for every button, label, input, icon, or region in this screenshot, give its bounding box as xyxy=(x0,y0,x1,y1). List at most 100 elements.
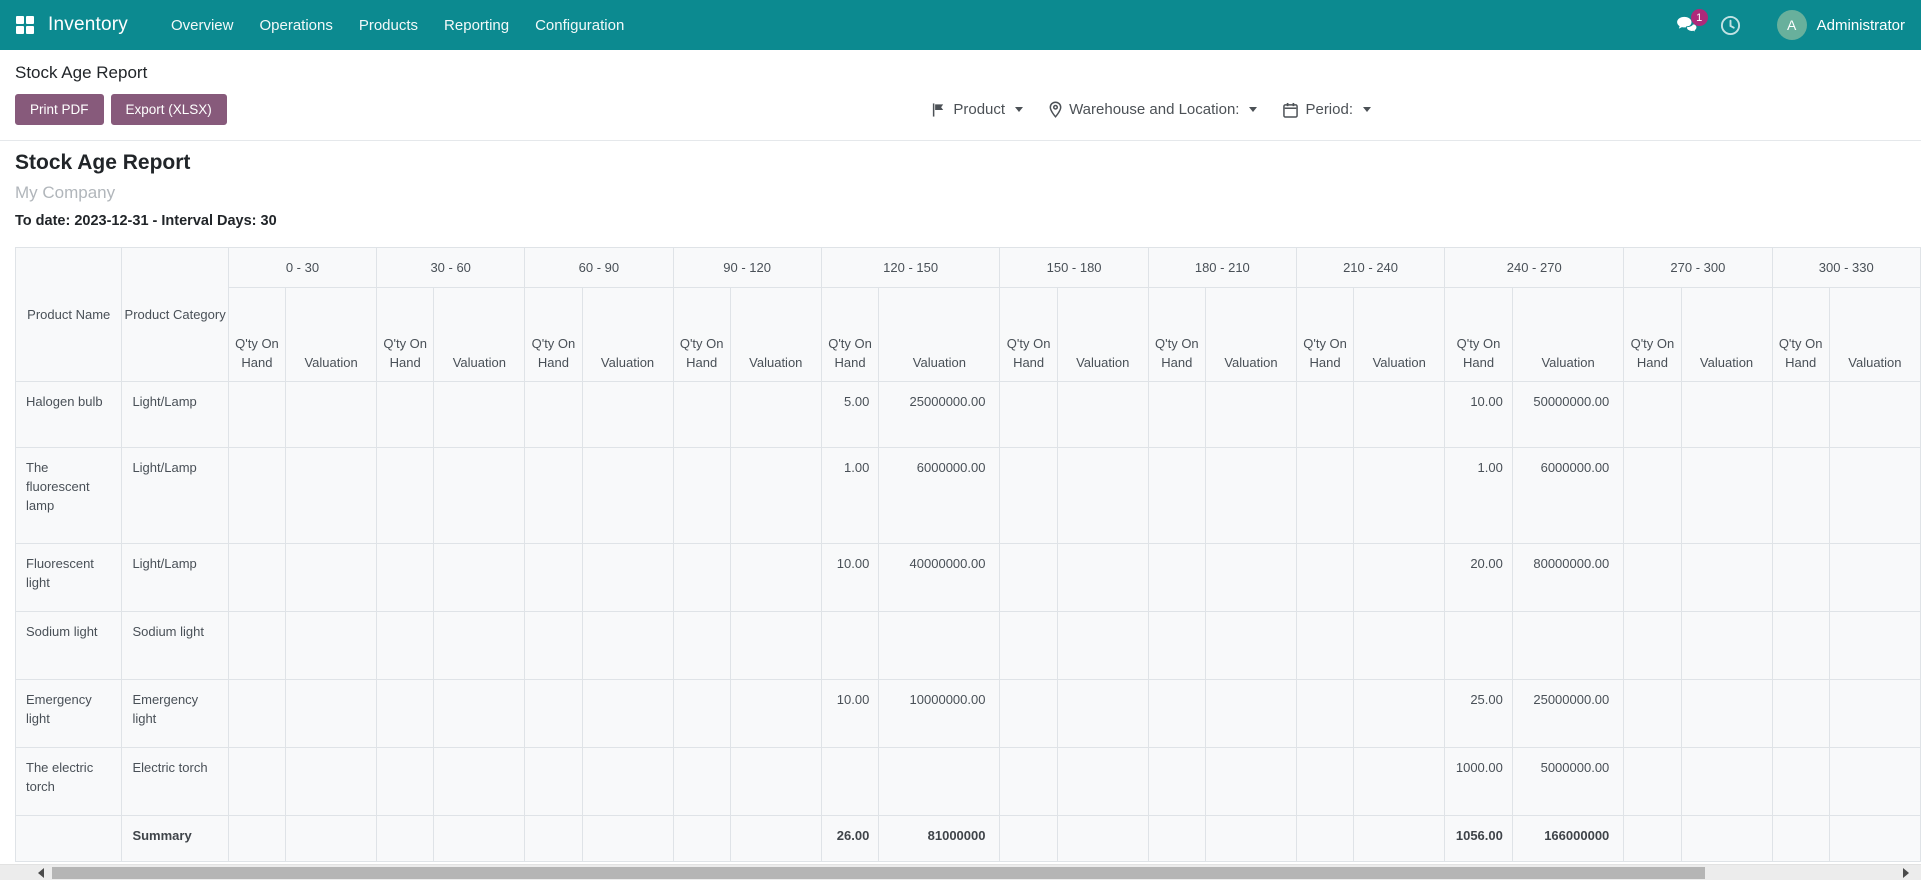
qty-cell xyxy=(1771,611,1830,680)
qty-cell xyxy=(376,543,435,612)
user-name: Administrator xyxy=(1816,16,1905,34)
age-bucket-header: 180 - 210 xyxy=(1147,247,1297,288)
product-name-cell: The electric torch xyxy=(15,747,123,816)
valuation-cell xyxy=(1828,747,1921,816)
valuation-cell xyxy=(1056,815,1149,862)
valuation-cell xyxy=(729,543,822,612)
valuation-header: Valuation xyxy=(1828,287,1921,382)
qty-cell xyxy=(820,747,880,816)
qty-cell: 1.00 xyxy=(820,447,880,544)
qty-cell xyxy=(227,381,287,448)
scroll-left-arrow-icon[interactable] xyxy=(38,867,44,878)
qty-cell xyxy=(1147,381,1206,448)
product-name-cell: The fluorescent lamp xyxy=(15,447,123,544)
top-navbar: Inventory Overview Operations Products R… xyxy=(0,0,1921,50)
valuation-cell xyxy=(1680,447,1773,544)
activities-clock-icon[interactable] xyxy=(1720,15,1741,36)
qty-cell xyxy=(1623,543,1682,612)
valuation-header: Valuation xyxy=(433,287,526,382)
valuation-cell xyxy=(1204,447,1297,544)
qty-cell xyxy=(376,679,435,748)
product-filter[interactable]: Product xyxy=(931,101,1024,118)
qty-cell xyxy=(524,447,583,544)
qty-cell xyxy=(999,381,1058,448)
qty-cell xyxy=(1295,543,1355,612)
valuation-cell: 25000000.00 xyxy=(878,381,1001,448)
print-pdf-button[interactable]: Print PDF xyxy=(15,94,104,125)
valuation-cell xyxy=(729,679,822,748)
period-filter[interactable]: Period: xyxy=(1283,101,1371,118)
qty-cell: 1056.00 xyxy=(1444,815,1513,862)
messages-icon[interactable]: 1 xyxy=(1676,9,1708,34)
systray: 1 A Administrator xyxy=(1676,9,1905,40)
age-bucket-header: 210 - 240 xyxy=(1295,247,1446,288)
valuation-cell xyxy=(1056,747,1149,816)
menu-item-configuration[interactable]: Configuration xyxy=(522,0,637,50)
scrollbar-thumb[interactable] xyxy=(52,867,1705,879)
qty-cell xyxy=(1295,381,1355,448)
valuation-cell xyxy=(1056,543,1149,612)
age-bucket-header: 90 - 120 xyxy=(672,247,822,288)
qty-on-hand-header: Q'ty On Hand xyxy=(1623,287,1682,382)
menu-item-overview[interactable]: Overview xyxy=(158,0,247,50)
qty-cell: 20.00 xyxy=(1444,543,1513,612)
apps-grid-icon[interactable] xyxy=(16,16,34,34)
period-filter-label: Period: xyxy=(1305,101,1353,118)
warehouse-location-filter[interactable]: Warehouse and Location: xyxy=(1049,101,1258,118)
qty-cell xyxy=(1295,815,1355,862)
valuation-cell: 40000000.00 xyxy=(878,543,1001,612)
product-name-header: Product Name xyxy=(15,247,123,382)
qty-cell xyxy=(1147,611,1206,680)
menu-item-reporting[interactable]: Reporting xyxy=(431,0,522,50)
qty-on-hand-header: Q'ty On Hand xyxy=(524,287,583,382)
valuation-cell xyxy=(1056,611,1149,680)
qty-cell: 1.00 xyxy=(1444,447,1513,544)
summary-row: Summary 26.00 81000000 1056.00 166000000 xyxy=(15,815,1921,862)
calendar-icon xyxy=(1283,102,1299,118)
avatar: A xyxy=(1776,10,1807,40)
valuation-cell: 166000000 xyxy=(1511,815,1625,862)
qty-cell xyxy=(1623,611,1682,680)
qty-cell xyxy=(376,381,435,448)
horizontal-scrollbar[interactable] xyxy=(0,864,1921,880)
menu-item-products[interactable]: Products xyxy=(346,0,431,50)
qty-cell xyxy=(672,679,731,748)
valuation-cell xyxy=(1353,611,1446,680)
valuation-cell xyxy=(285,679,378,748)
qty-cell xyxy=(1295,611,1355,680)
product-name-cell: Sodium light xyxy=(15,611,123,680)
valuation-cell xyxy=(878,611,1001,680)
valuation-cell xyxy=(1680,611,1773,680)
valuation-cell xyxy=(1204,815,1297,862)
qty-cell xyxy=(524,815,583,862)
stock-age-report: Stock Age Report My Company To date: 202… xyxy=(0,141,1921,862)
valuation-header: Valuation xyxy=(581,287,674,382)
chevron-down-icon xyxy=(1249,107,1258,112)
qty-cell: 10.00 xyxy=(820,679,880,748)
location-pin-icon xyxy=(1049,101,1062,118)
qty-cell xyxy=(1771,679,1830,748)
valuation-cell: 25000000.00 xyxy=(1511,679,1625,748)
main-menu: Overview Operations Products Reporting C… xyxy=(158,0,637,50)
user-menu[interactable]: A Administrator xyxy=(1776,10,1905,40)
qty-on-hand-header: Q'ty On Hand xyxy=(227,287,287,382)
age-bucket-header: 30 - 60 xyxy=(376,247,526,288)
qty-cell xyxy=(227,747,287,816)
valuation-cell xyxy=(285,747,378,816)
menu-item-operations[interactable]: Operations xyxy=(246,0,345,50)
valuation-cell xyxy=(433,679,526,748)
app-brand[interactable]: Inventory xyxy=(48,14,128,36)
qty-cell xyxy=(999,611,1058,680)
scroll-right-arrow-icon[interactable] xyxy=(1903,867,1909,878)
valuation-cell xyxy=(1204,543,1297,612)
product-category-cell: Sodium light xyxy=(121,611,229,680)
valuation-cell xyxy=(878,747,1001,816)
export-xlsx-button[interactable]: Export (XLSX) xyxy=(110,94,227,125)
valuation-cell xyxy=(1204,381,1297,448)
age-bucket-header: 0 - 30 xyxy=(227,247,378,288)
table-row: The fluorescent lamp Light/Lamp 1.00 600000… xyxy=(15,447,1921,544)
valuation-cell xyxy=(1828,381,1921,448)
qty-cell xyxy=(524,543,583,612)
qty-cell xyxy=(524,381,583,448)
qty-cell xyxy=(1295,447,1355,544)
